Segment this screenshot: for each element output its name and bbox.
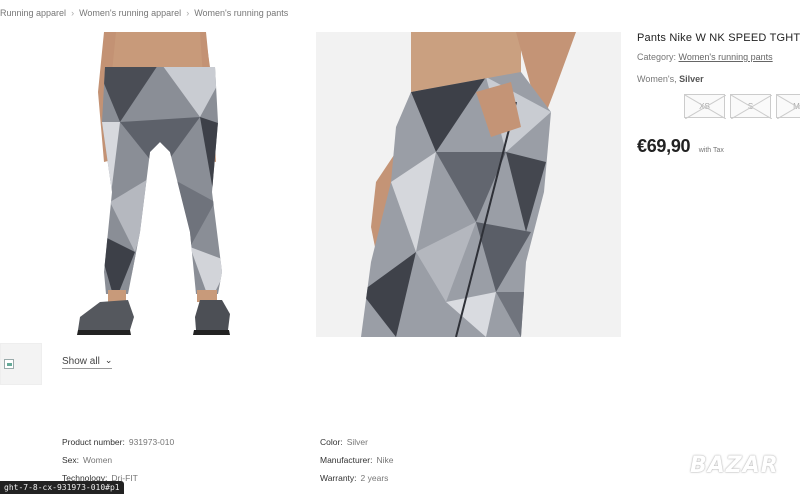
spec-value: 2 years <box>360 473 389 483</box>
spec-value: Nike <box>376 455 394 465</box>
spec-value: 931973-010 <box>128 437 175 447</box>
specs-column-left: Product number: 931973-010 Sex: Women Tech… <box>62 433 174 487</box>
size-option-m[interactable]: M <box>776 94 800 119</box>
spec-key: Sex: <box>62 455 80 465</box>
show-all-link[interactable]: Show all ⌄ <box>62 355 113 369</box>
thumbnail-image[interactable] <box>0 343 42 385</box>
spec-key: Manufacturer: <box>320 455 373 465</box>
breadcrumb-separator-icon: › <box>186 8 190 18</box>
breadcrumb-item-womens-running-pants[interactable]: Women's running pants <box>194 8 288 18</box>
size-option-xs[interactable]: XS <box>684 94 726 119</box>
category-label: Category: <box>637 52 677 62</box>
category-link[interactable]: Women's running pants <box>679 52 773 62</box>
product-category: Category: Women's running pants <box>637 52 800 62</box>
price-row: €69,90 with Tax <box>637 136 724 157</box>
specs-column-right: Color: Silver Manufacturer: Nike Warranty:… <box>320 433 393 487</box>
unavailable-cross-icon <box>731 95 772 119</box>
product-title: Pants Nike W NK SPEED TGHT 7 <box>637 32 800 44</box>
unavailable-cross-icon <box>685 95 726 119</box>
product-info: Pants Nike W NK SPEED TGHT 7 Category: W… <box>637 32 800 156</box>
spec-row-manufacturer: Manufacturer: Nike <box>320 451 393 469</box>
unavailable-cross-icon <box>777 95 800 119</box>
chevron-down-icon: ⌄ <box>104 355 113 365</box>
broken-image-icon <box>4 359 14 369</box>
bazar-logo-text: BAZAR <box>690 453 779 478</box>
spec-value: Women <box>83 455 113 465</box>
gender-label: Women's, <box>637 74 677 84</box>
product-variant: Women's, Silver <box>637 74 800 84</box>
spec-row-color: Color: Silver <box>320 433 393 451</box>
product-price: €69,90 <box>637 136 691 156</box>
tax-note: with Tax <box>698 147 724 154</box>
spec-value: Silver <box>346 437 368 447</box>
status-bar-url: ght-7-8-cx-931973-010#p1 <box>0 481 124 494</box>
color-value: Silver <box>679 74 704 84</box>
size-option-s[interactable]: S <box>730 94 772 119</box>
size-options: XS S M <box>684 94 800 119</box>
product-photo-front[interactable] <box>0 32 305 337</box>
watermark-text: Николай <box>22 17 89 34</box>
breadcrumb-item-womens-running-apparel[interactable]: Women's running apparel <box>79 8 181 18</box>
spec-key: Color: <box>320 437 343 447</box>
spec-row-product-number: Product number: 931973-010 <box>62 433 174 451</box>
product-photo-side-image <box>316 32 621 337</box>
spec-key: Product number: <box>62 437 125 447</box>
spec-row-warranty: Warranty: 2 years <box>320 469 393 487</box>
product-photo-side[interactable] <box>316 32 621 337</box>
spec-row-sex: Sex: Women <box>62 451 174 469</box>
spec-key: Warranty: <box>320 473 357 483</box>
show-all-label: Show all <box>62 356 100 367</box>
product-photo-front-image <box>0 32 305 337</box>
bazar-logo: BAZAR <box>690 447 790 485</box>
